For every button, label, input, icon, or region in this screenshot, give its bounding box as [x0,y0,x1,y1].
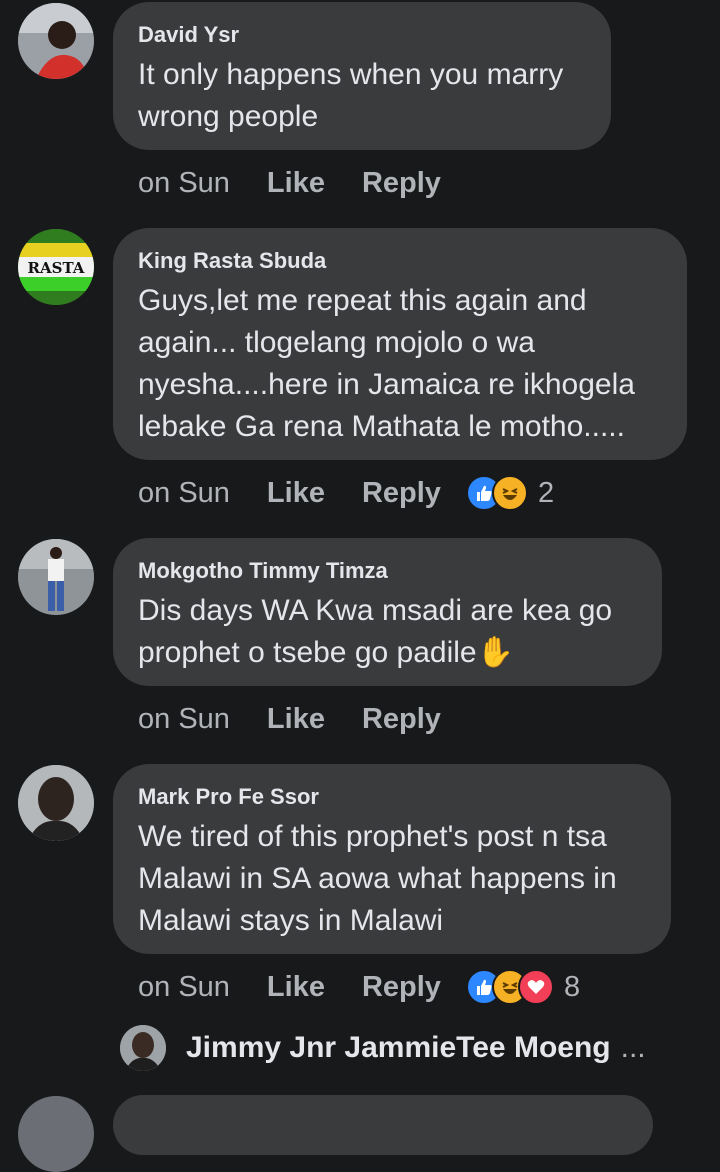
avatar[interactable]: RASTA [18,229,94,305]
reply-button[interactable]: Reply [362,477,441,510]
avatar [120,1025,166,1071]
like-button[interactable]: Like [267,971,325,1004]
comment-text: Dis days WA Kwa msadi are kea go prophet… [138,594,613,669]
reaction-count: 8 [563,970,581,1003]
rasta-logo-icon: RASTA [18,229,94,305]
comment-actions: on Sun Like Reply 2 [138,473,554,513]
more-icon[interactable]: ... [621,1031,646,1065]
haha-reaction-icon [491,475,528,511]
comment-author[interactable]: King Rasta Sbuda [138,248,661,274]
person-avatar-icon [120,1025,166,1071]
comment-actions: on Sun Like Reply [138,699,478,739]
reaction-count: 2 [537,476,555,509]
comment-bubble: Mokgotho Timmy Timza Dis days WA Kwa msa… [113,538,662,686]
avatar-text: RASTA [28,259,85,277]
like-button[interactable]: Like [267,167,325,200]
comment-actions: on Sun Like Reply 8 [138,967,580,1007]
comment-text: It only happens when you marry wrong peo… [138,58,564,133]
comment-author[interactable]: Mark Pro Fe Ssor [138,784,645,810]
comment-actions: on Sun Like Reply [138,163,478,203]
comment-bubble: David Ysr It only happens when you marry… [113,2,611,150]
reply-preview[interactable]: Jimmy Jnr JammieTee Moeng ... [120,1022,646,1074]
avatar[interactable] [18,3,94,79]
reply-button[interactable]: Reply [362,703,441,736]
comment-text: We tired of this prophet's post n tsa Ma… [138,820,617,937]
comment-time[interactable]: on Sun [138,167,230,200]
comment-text: Guys,let me repeat this again and again.… [138,284,635,443]
comment-time[interactable]: on Sun [138,971,230,1004]
love-reaction-icon [517,969,554,1005]
person-avatar-icon [18,3,94,79]
reactions-summary[interactable]: 2 [465,475,555,511]
comment-bubble: King Rasta Sbuda Guys,let me repeat this… [113,228,687,460]
avatar[interactable] [18,765,94,841]
avatar[interactable] [18,539,94,615]
comment-time[interactable]: on Sun [138,477,230,510]
reply-button[interactable]: Reply [362,971,441,1004]
reply-author-name[interactable]: Jimmy Jnr JammieTee Moeng [186,1031,611,1065]
like-button[interactable]: Like [267,703,325,736]
next-comment-bubble-partial [113,1095,653,1155]
person-avatar-icon [18,539,94,615]
comment-author[interactable]: David Ysr [138,22,585,48]
comment-time[interactable]: on Sun [138,703,230,736]
comment-bubble: Mark Pro Fe Ssor We tired of this prophe… [113,764,671,954]
person-avatar-icon [18,765,94,841]
like-button[interactable]: Like [267,477,325,510]
reply-button[interactable]: Reply [362,167,441,200]
next-comment-partial [18,1096,94,1172]
comment-author[interactable]: Mokgotho Timmy Timza [138,558,636,584]
reactions-summary[interactable]: 8 [465,969,581,1005]
